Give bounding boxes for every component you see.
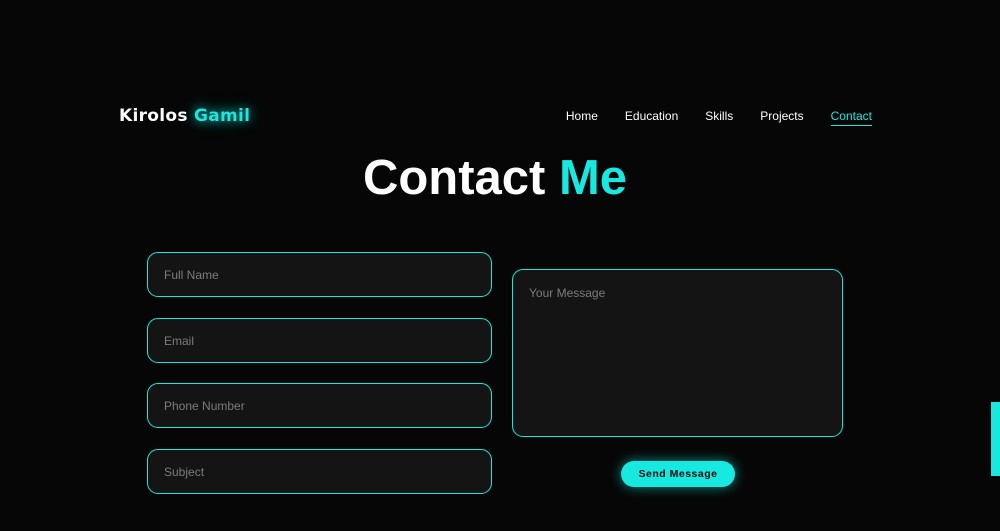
nav-link-home[interactable]: Home: [566, 109, 598, 126]
logo-last-name: Gamil: [194, 106, 251, 126]
page-title-accent: Me: [558, 151, 628, 205]
message-field[interactable]: [512, 269, 843, 437]
send-message-button[interactable]: Send Message: [621, 461, 735, 487]
phone-number-field[interactable]: [147, 383, 492, 428]
side-scroll-tab[interactable]: [991, 402, 1000, 476]
subject-field[interactable]: [147, 449, 492, 494]
nav-link-education[interactable]: Education: [625, 109, 678, 126]
site-logo[interactable]: Kirolos Gamil: [119, 106, 250, 126]
page-title-main: Contact: [362, 151, 546, 205]
logo-first-name: Kirolos: [119, 106, 188, 126]
email-field[interactable]: [147, 318, 492, 363]
nav-link-projects[interactable]: Projects: [760, 109, 803, 126]
contact-page: Kirolos Gamil Home Education Skills Proj…: [0, 0, 1000, 531]
main-nav: Home Education Skills Projects Contact: [539, 109, 872, 126]
page-title: Contact Me: [0, 150, 990, 206]
nav-link-skills[interactable]: Skills: [705, 109, 733, 126]
nav-link-contact[interactable]: Contact: [830, 109, 872, 126]
full-name-field[interactable]: [147, 252, 492, 297]
